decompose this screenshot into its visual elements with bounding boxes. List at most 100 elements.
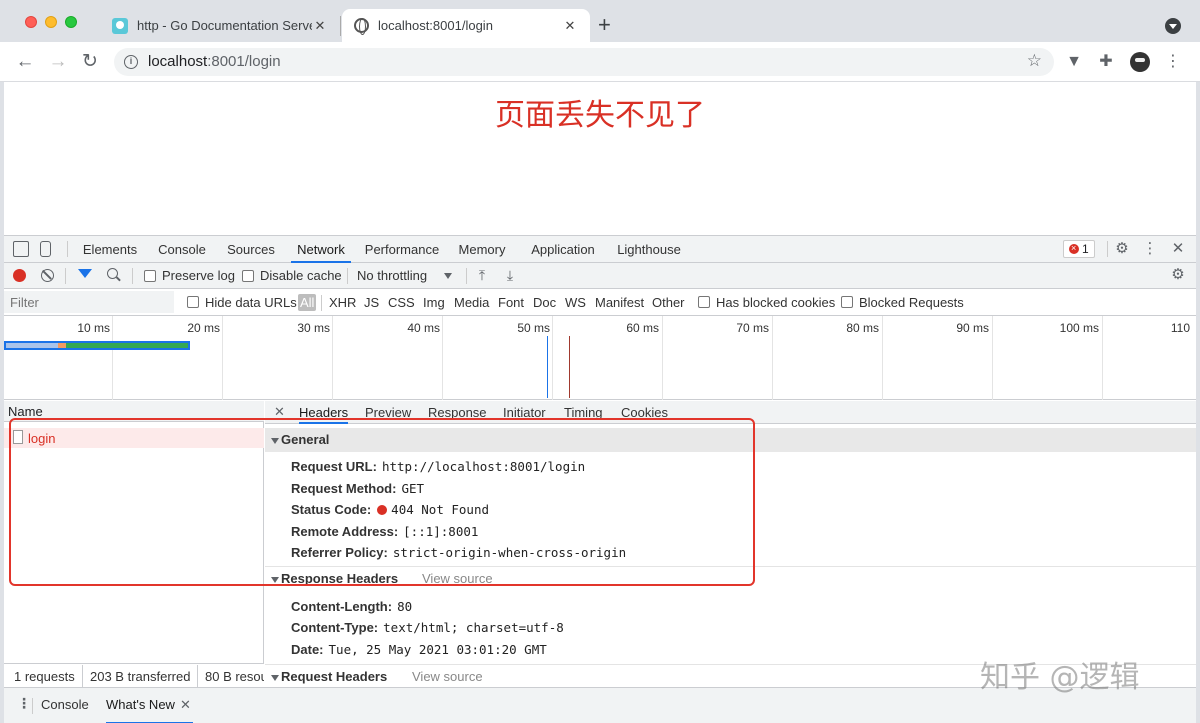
view-source-link[interactable]: View source bbox=[412, 665, 483, 687]
profile-avatar-icon[interactable] bbox=[1130, 52, 1150, 72]
section-title: General bbox=[281, 432, 330, 447]
tab-search-icon[interactable] bbox=[1165, 18, 1181, 34]
more-options-icon[interactable]: ⋮ bbox=[1141, 240, 1159, 258]
close-devtools-icon[interactable]: ✕ bbox=[1169, 240, 1187, 258]
tab-headers[interactable]: Headers bbox=[299, 401, 349, 424]
tab-console[interactable]: Console bbox=[153, 236, 211, 263]
extensions-puzzle-icon[interactable]: ✚ bbox=[1096, 52, 1116, 72]
vue-extension-icon[interactable]: ▼ bbox=[1064, 52, 1084, 72]
general-section-header[interactable]: General bbox=[265, 428, 1196, 452]
divider bbox=[197, 665, 198, 687]
drawer-menu-icon[interactable]: ⋮ bbox=[17, 696, 31, 710]
tab-performance[interactable]: Performance bbox=[362, 236, 442, 263]
timeline-tick-label: 80 ms bbox=[846, 321, 879, 335]
network-overview-timeline[interactable]: 10 ms 20 ms 30 ms 40 ms 50 ms 60 ms 70 m… bbox=[4, 316, 1196, 400]
tab-memory[interactable]: Memory bbox=[454, 236, 510, 263]
filter-type-all[interactable]: All bbox=[298, 294, 317, 311]
tab-preview[interactable]: Preview bbox=[365, 401, 411, 424]
throttling-select[interactable]: No throttling bbox=[357, 268, 427, 283]
browser-menu-icon[interactable]: ⋮ bbox=[1163, 52, 1183, 72]
close-icon[interactable]: ✕ bbox=[562, 18, 578, 34]
import-har-icon[interactable]: ⤒ bbox=[475, 267, 489, 283]
new-tab-button[interactable]: + bbox=[598, 13, 611, 37]
filter-type-other[interactable]: Other bbox=[652, 295, 685, 310]
close-icon[interactable]: ✕ bbox=[180, 688, 191, 721]
blocked-requests-checkbox[interactable] bbox=[841, 296, 853, 308]
timeline-gridline bbox=[442, 316, 443, 400]
caret-down-icon bbox=[271, 577, 279, 583]
tab-application[interactable]: Application bbox=[523, 236, 603, 263]
section-title: Request Headers bbox=[281, 669, 388, 684]
error-icon bbox=[1069, 240, 1079, 256]
preserve-log-label: Preserve log bbox=[162, 268, 235, 283]
close-icon[interactable]: ✕ bbox=[312, 18, 328, 34]
transferred-size: 203 B transferred bbox=[90, 669, 191, 684]
bookmark-star-icon[interactable]: ☆ bbox=[1027, 51, 1042, 71]
referrer-policy-row: Referrer Policy: strict-origin-when-cross… bbox=[291, 545, 627, 560]
filter-type-font[interactable]: Font bbox=[498, 295, 524, 310]
request-row[interactable]: login bbox=[4, 428, 264, 448]
response-headers-section-header[interactable]: Response Headers View source bbox=[265, 567, 1196, 591]
device-toolbar-icon[interactable] bbox=[40, 241, 51, 257]
waterfall-bar-connect bbox=[58, 343, 66, 348]
divider bbox=[1107, 241, 1108, 257]
error-count-badge[interactable]: 1 bbox=[1063, 240, 1095, 258]
search-icon[interactable] bbox=[107, 268, 118, 279]
filter-input[interactable] bbox=[4, 291, 174, 313]
close-window-button[interactable] bbox=[25, 16, 37, 28]
reload-icon[interactable]: ↻ bbox=[80, 51, 100, 73]
network-summary-bar: 1 requests 203 B transferred 80 B resou bbox=[4, 663, 264, 687]
tab-response[interactable]: Response bbox=[428, 401, 487, 424]
divider bbox=[347, 268, 348, 284]
column-header-name[interactable]: Name bbox=[4, 401, 264, 422]
address-bar[interactable]: i localhost:8001/login ☆ bbox=[114, 48, 1054, 76]
dom-content-loaded-marker bbox=[547, 336, 548, 398]
view-source-link[interactable]: View source bbox=[422, 567, 493, 591]
filter-type-js[interactable]: JS bbox=[364, 295, 379, 310]
load-event-marker bbox=[569, 336, 570, 398]
filter-type-css[interactable]: CSS bbox=[388, 295, 415, 310]
timeline-tick-label: 100 ms bbox=[1059, 321, 1099, 335]
timeline-tick-label: 110 bbox=[1170, 321, 1190, 335]
filter-type-xhr[interactable]: XHR bbox=[329, 295, 356, 310]
status-code-row: Status Code: 404 Not Found bbox=[291, 502, 490, 517]
filter-type-manifest[interactable]: Manifest bbox=[595, 295, 644, 310]
minimize-window-button[interactable] bbox=[45, 16, 57, 28]
filter-type-media[interactable]: Media bbox=[454, 295, 489, 310]
request-list: Name login bbox=[4, 401, 264, 687]
settings-gear-icon[interactable]: ⚙ bbox=[1113, 240, 1131, 258]
forward-icon[interactable]: → bbox=[48, 51, 68, 73]
tab-timing[interactable]: Timing bbox=[564, 401, 603, 424]
record-icon[interactable] bbox=[13, 269, 26, 282]
disable-cache-checkbox[interactable] bbox=[242, 270, 254, 282]
has-blocked-cookies-checkbox[interactable] bbox=[698, 296, 710, 308]
timeline-gridline bbox=[992, 316, 993, 400]
filter-type-ws[interactable]: WS bbox=[565, 295, 586, 310]
network-toolbar: Preserve log Disable cache No throttling… bbox=[4, 263, 1196, 289]
clear-icon[interactable] bbox=[41, 269, 54, 282]
tab-sources[interactable]: Sources bbox=[222, 236, 280, 263]
inspect-element-icon[interactable] bbox=[13, 241, 29, 257]
tab-initiator[interactable]: Initiator bbox=[503, 401, 546, 424]
watermark-text: 知乎 @逻辑 bbox=[980, 660, 1140, 695]
filter-type-img[interactable]: Img bbox=[423, 295, 445, 310]
filter-type-doc[interactable]: Doc bbox=[533, 295, 556, 310]
drawer-tab-console[interactable]: Console bbox=[41, 688, 89, 723]
hide-data-urls-checkbox[interactable] bbox=[187, 296, 199, 308]
maximize-window-button[interactable] bbox=[65, 16, 77, 28]
tab-network[interactable]: Network bbox=[291, 236, 351, 263]
preserve-log-checkbox[interactable] bbox=[144, 270, 156, 282]
export-har-icon[interactable]: ⤓ bbox=[503, 267, 517, 283]
tab-cookies[interactable]: Cookies bbox=[621, 401, 668, 424]
drawer-tab-whats-new[interactable]: What's New ✕ bbox=[106, 688, 193, 723]
browser-tab-login[interactable]: localhost:8001/login ✕ bbox=[342, 9, 590, 42]
network-settings-gear-icon[interactable]: ⚙ bbox=[1169, 266, 1187, 284]
filter-icon[interactable] bbox=[78, 269, 92, 278]
tab-lighthouse[interactable]: Lighthouse bbox=[613, 236, 685, 263]
go-gopher-icon bbox=[112, 17, 128, 34]
browser-tab-go-docs[interactable]: http - Go Documentation Serve ✕ bbox=[100, 9, 340, 42]
tab-elements[interactable]: Elements bbox=[78, 236, 142, 263]
site-info-icon[interactable]: i bbox=[124, 55, 138, 69]
close-details-icon[interactable]: ✕ bbox=[274, 404, 285, 420]
back-icon[interactable]: ← bbox=[15, 51, 35, 73]
